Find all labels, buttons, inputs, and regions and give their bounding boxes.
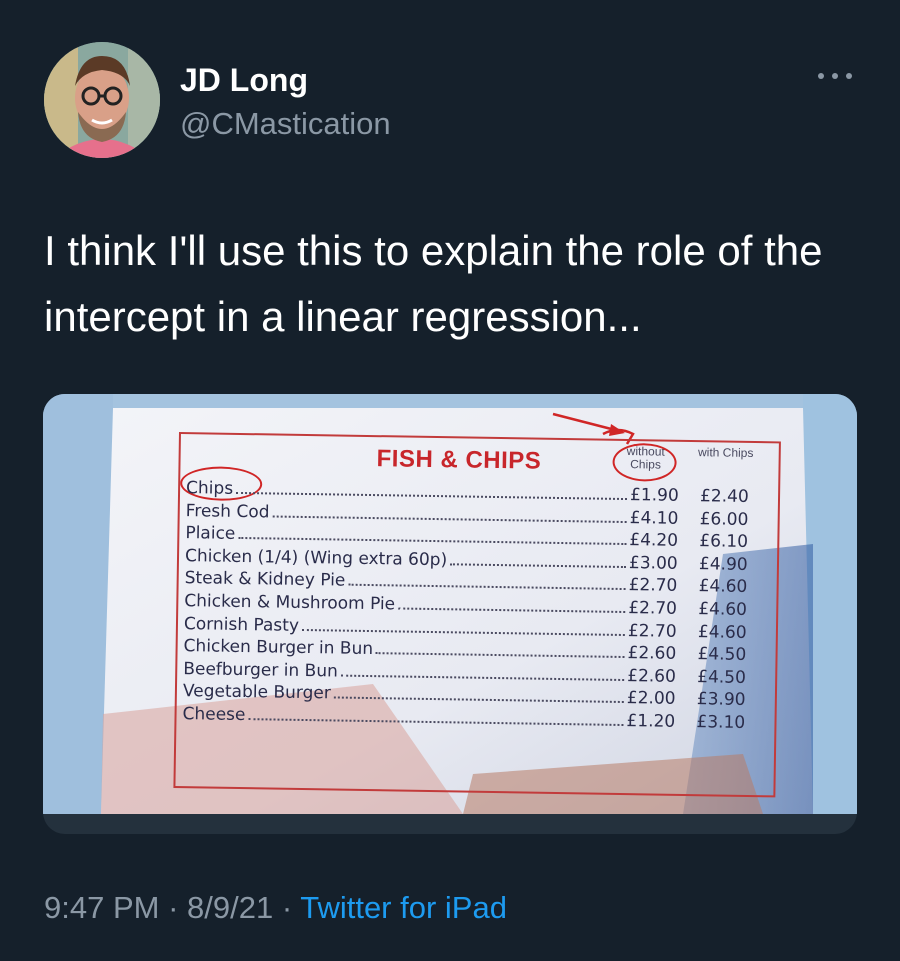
price-without-chips: £1.90 bbox=[629, 485, 679, 506]
menu-item-name: Beefburger in Bun bbox=[183, 658, 338, 682]
price-with-chips: £6.00 bbox=[699, 508, 749, 530]
more-dot bbox=[846, 73, 852, 79]
price-without-chips: £2.60 bbox=[627, 643, 677, 664]
tweet-time[interactable]: 9:47 PM bbox=[44, 890, 159, 925]
avatar[interactable] bbox=[44, 42, 160, 158]
price-without-chips: £4.20 bbox=[629, 530, 679, 552]
dot-leader bbox=[376, 651, 625, 659]
menu-list: Chips £1.90 £2.40 Fresh Cod £4.10 £6.00 … bbox=[182, 478, 772, 736]
display-name[interactable]: JD Long bbox=[180, 62, 308, 99]
tweet-source-link[interactable]: Twitter for iPad bbox=[300, 890, 507, 925]
dot-leader bbox=[238, 536, 627, 546]
dot-leader bbox=[301, 627, 625, 636]
dot-leader bbox=[398, 606, 626, 613]
dot-leader bbox=[348, 583, 626, 591]
menu-item-name: Plaice bbox=[185, 523, 236, 545]
price-with-chips: £4.90 bbox=[698, 553, 748, 575]
menu-item-name: Steak & Kidney Pie bbox=[184, 568, 346, 592]
avatar-image bbox=[44, 42, 160, 158]
separator: · bbox=[159, 890, 188, 925]
tweet-date[interactable]: 8/9/21 bbox=[187, 890, 273, 925]
price-with-chips: £4.60 bbox=[698, 599, 748, 620]
price-without-chips: £2.70 bbox=[627, 620, 677, 642]
menu-item-name: Chicken Burger in Bun bbox=[183, 636, 374, 660]
more-dot bbox=[818, 73, 824, 79]
more-dot bbox=[832, 73, 838, 79]
menu-item-name: Vegetable Burger bbox=[182, 681, 331, 704]
price-with-chips: £3.90 bbox=[696, 689, 746, 711]
price-without-chips: £2.70 bbox=[628, 598, 678, 619]
user-handle[interactable]: @CMastication bbox=[180, 106, 391, 142]
price-without-chips: £3.00 bbox=[628, 552, 678, 574]
menu-item-name: Chicken (1/4) (Wing extra 60p) bbox=[184, 545, 448, 571]
tweet-text: I think I'll use this to explain the rol… bbox=[44, 227, 823, 340]
price-with-chips: £4.60 bbox=[697, 621, 747, 643]
dot-leader bbox=[340, 673, 625, 681]
dot-leader bbox=[333, 695, 624, 704]
price-without-chips: £2.70 bbox=[628, 575, 678, 597]
price-with-chips: £6.10 bbox=[699, 531, 749, 553]
dot-leader bbox=[450, 562, 626, 568]
menu-item-name: Fresh Cod bbox=[185, 500, 270, 523]
more-horizontal-icon[interactable] bbox=[818, 64, 852, 88]
menu-card: FISH & CHIPS without Chips with Chips Ch… bbox=[173, 432, 781, 798]
price-without-chips: £2.00 bbox=[626, 688, 676, 710]
circle-annotation-without-chips bbox=[612, 442, 677, 482]
price-with-chips: £4.50 bbox=[697, 644, 747, 666]
menu-item-name: Chicken & Mushroom Pie bbox=[184, 591, 396, 615]
menu-item-name: Cheese bbox=[182, 704, 246, 726]
menu-item-name: Cornish Pasty bbox=[183, 613, 300, 636]
separator: · bbox=[273, 890, 301, 925]
price-without-chips: £2.60 bbox=[627, 665, 677, 687]
price-with-chips: £4.60 bbox=[698, 576, 748, 598]
menu-item-name: Chips bbox=[185, 478, 234, 499]
price-without-chips: £4.10 bbox=[629, 507, 679, 529]
price-with-chips: £3.10 bbox=[696, 712, 746, 733]
price-with-chips: £4.50 bbox=[697, 666, 747, 688]
column-with-chips: with Chips bbox=[697, 445, 754, 461]
dot-leader bbox=[272, 514, 627, 523]
menu-title: FISH & CHIPS bbox=[376, 445, 542, 475]
tweet-timestamp: 9:47 PM · 8/9/21 · Twitter for iPad bbox=[44, 890, 507, 926]
dot-leader bbox=[248, 717, 624, 726]
price-without-chips: £1.20 bbox=[626, 711, 676, 732]
price-with-chips: £2.40 bbox=[699, 486, 749, 507]
tweet-media[interactable]: FISH & CHIPS without Chips with Chips Ch… bbox=[43, 394, 857, 834]
dot-leader bbox=[236, 490, 628, 501]
